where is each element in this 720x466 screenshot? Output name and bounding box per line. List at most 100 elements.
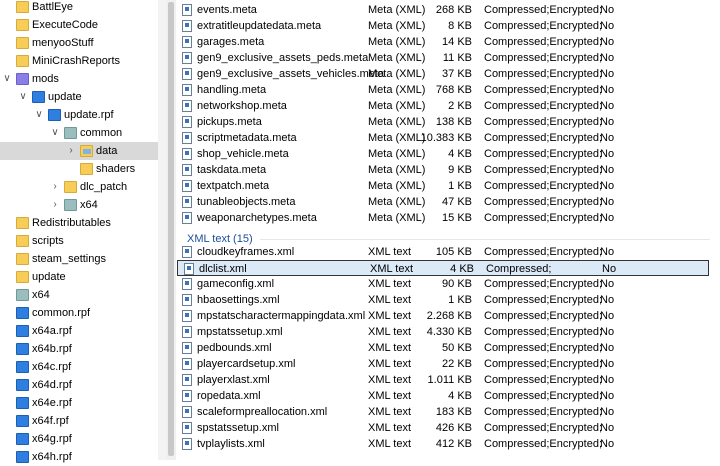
file-size: 8 KB: [448, 20, 472, 32]
file-row[interactable]: tvplaylists.xml XML text 412 KB Compressed;…: [176, 436, 720, 452]
tree-item-data[interactable]: › data: [0, 142, 158, 160]
file-size: 10.383 KB: [420, 132, 472, 144]
file-row[interactable]: scaleformpreallocation.xml XML text 183 KB…: [176, 404, 720, 420]
file-name: handling.meta: [197, 84, 267, 96]
pane-splitter[interactable]: [158, 0, 166, 460]
file-size: 90 KB: [442, 278, 472, 290]
file-attributes: Compressed;Encrypted;: [484, 326, 602, 338]
file-row[interactable]: playerxlast.xml XML text 1.011 KB Compresse…: [176, 372, 720, 388]
file-attributes: Compressed;Encrypted;: [484, 278, 602, 290]
tree-item-executecode[interactable]: ExecuteCode: [0, 16, 158, 34]
file-row[interactable]: gameconfig.xml XML text 90 KB Compressed;En…: [176, 276, 720, 292]
file-attributes: Compressed;Encrypted;: [484, 148, 602, 160]
tree-item-x64d-rpf[interactable]: x64d.rpf: [0, 376, 158, 394]
file-icon: [182, 294, 192, 306]
file-attributes: Compressed;Encrypted;: [484, 374, 602, 386]
tree-item-x64[interactable]: › x64: [0, 196, 158, 214]
file-icon: [182, 196, 192, 208]
file-row[interactable]: mpstatscharactermappingdata.xml XML text 2…: [176, 308, 720, 324]
file-name: textpatch.meta: [197, 180, 270, 192]
file-encrypted-flag: No: [600, 438, 615, 450]
file-row[interactable]: networkshop.meta Meta (XML) 2 KB Compressed…: [176, 98, 720, 114]
tree-item-update[interactable]: update: [0, 268, 158, 286]
file-row[interactable]: garages.meta Meta (XML) 14 KB Compressed;En…: [176, 34, 720, 50]
file-attributes: Compressed;Encrypted;: [484, 52, 602, 64]
file-row[interactable]: weaponarchetypes.meta Meta (XML) 15 KB Comp…: [176, 210, 720, 226]
tree-item-update-rpf[interactable]: ∨ update.rpf: [0, 106, 158, 124]
file-row[interactable]: mpstatssetup.xml XML text 4.330 KB Compress…: [176, 324, 720, 340]
file-type: Meta (XML): [368, 180, 426, 192]
file-row[interactable]: playercardsetup.xml XML text 22 KB Compress…: [176, 356, 720, 372]
file-row[interactable]: extratitleupdatedata.meta Meta (XML) 8 KB C…: [176, 18, 720, 34]
file-row[interactable]: scriptmetadata.meta Meta (XML) 10.383 KB Co…: [176, 130, 720, 146]
chevron-down-icon[interactable]: ∨: [50, 126, 60, 140]
file-row[interactable]: events.meta Meta (XML) 268 KB Compressed;En…: [176, 2, 720, 18]
chevron-down-icon[interactable]: ∨: [34, 108, 44, 122]
file-row[interactable]: shop_vehicle.meta Meta (XML) 4 KB Compresse…: [176, 146, 720, 162]
tree-item-menyoostuff[interactable]: menyooStuff: [0, 34, 158, 52]
file-type: Meta (XML): [368, 68, 426, 80]
file-size: 768 KB: [435, 84, 472, 96]
file-size: 4 KB: [448, 390, 472, 402]
tree-item-scripts[interactable]: scripts: [0, 232, 158, 250]
chevron-down-icon[interactable]: ∨: [18, 90, 28, 104]
file-attributes: Compressed;Encrypted;: [484, 68, 602, 80]
chevron-right-icon[interactable]: ›: [50, 180, 60, 194]
tree-item-x64c-rpf[interactable]: x64c.rpf: [0, 358, 158, 376]
tree-item-label: x64: [80, 199, 98, 211]
file-type: Meta (XML): [368, 116, 426, 128]
file-icon: [182, 132, 192, 144]
file-row[interactable]: handling.meta Meta (XML) 768 KB Compressed;…: [176, 82, 720, 98]
tree-item-label: shaders: [96, 163, 136, 175]
file-row[interactable]: cloudkeyframes.xml XML text 105 KB Compress…: [176, 244, 720, 260]
file-row[interactable]: textpatch.meta Meta (XML) 1 KB Compressed;E…: [176, 178, 720, 194]
tree-item-battleye[interactable]: BattlEye: [0, 0, 158, 16]
tree-item-x64e-rpf[interactable]: x64e.rpf: [0, 394, 158, 412]
file-row[interactable]: spstatssetup.xml XML text 426 KB Compressed…: [176, 420, 720, 436]
tree-scrollbar[interactable]: [166, 0, 176, 460]
file-row[interactable]: ropedata.xml XML text 4 KB Compressed;Encry…: [176, 388, 720, 404]
file-icon: [182, 278, 192, 290]
file-name: gameconfig.xml: [197, 278, 275, 290]
chevron-down-icon[interactable]: ∨: [2, 72, 12, 86]
file-row[interactable]: tunableobjects.meta Meta (XML) 47 KB Compre…: [176, 194, 720, 210]
file-row[interactable]: taskdata.meta Meta (XML) 9 KB Compressed;En…: [176, 162, 720, 178]
tree-item-shaders[interactable]: shaders: [0, 160, 158, 178]
file-icon: [182, 358, 192, 370]
tree-item-mods[interactable]: ∨ mods: [0, 70, 158, 88]
tree-item-update[interactable]: ∨ update: [0, 88, 158, 106]
tree-item-redistributables[interactable]: Redistributables: [0, 214, 158, 232]
tree-item-x64f-rpf[interactable]: x64f.rpf: [0, 412, 158, 430]
tree-item-label: scripts: [32, 235, 64, 247]
tree-item-x64a-rpf[interactable]: x64a.rpf: [0, 322, 158, 340]
file-type: XML text: [368, 406, 411, 418]
file-icon: [182, 100, 192, 112]
folder-icon: [16, 1, 29, 13]
tree-item-label: x64f.rpf: [32, 415, 69, 427]
chevron-right-icon[interactable]: ›: [50, 198, 60, 212]
file-row[interactable]: dlclist.xml XML text 4 KB Compressed; No: [177, 260, 709, 276]
tree-item-minicrashreports[interactable]: MiniCrashReports: [0, 52, 158, 70]
tree-item-steam-settings[interactable]: steam_settings: [0, 250, 158, 268]
tree-item-x64h-rpf[interactable]: x64h.rpf: [0, 448, 158, 466]
folder-icon: [16, 217, 29, 229]
file-row[interactable]: hbaosettings.xml XML text 1 KB Compressed;E…: [176, 292, 720, 308]
tree-item-common[interactable]: ∨ common: [0, 124, 158, 142]
file-row[interactable]: pedbounds.xml XML text 50 KB Compressed;Enc…: [176, 340, 720, 356]
file-row[interactable]: gen9_exclusive_assets_vehicles.meta Meta …: [176, 66, 720, 82]
file-icon: [182, 52, 192, 64]
file-icon: [182, 326, 192, 338]
tree-item-x64b-rpf[interactable]: x64b.rpf: [0, 340, 158, 358]
file-name: tvplaylists.xml: [197, 438, 265, 450]
file-attributes: Compressed;Encrypted;: [484, 132, 602, 144]
file-encrypted-flag: No: [600, 36, 615, 48]
tree-item-x64[interactable]: x64: [0, 286, 158, 304]
tree-item-common-rpf[interactable]: common.rpf: [0, 304, 158, 322]
tree-item-dlc-patch[interactable]: › dlc_patch: [0, 178, 158, 196]
tree-item-x64g-rpf[interactable]: x64g.rpf: [0, 430, 158, 448]
file-row[interactable]: pickups.meta Meta (XML) 138 KB Compressed;E…: [176, 114, 720, 130]
chevron-right-icon[interactable]: ›: [66, 144, 76, 158]
file-size: 9 KB: [448, 164, 472, 176]
scrollbar-thumb[interactable]: [168, 2, 174, 456]
file-row[interactable]: gen9_exclusive_assets_peds.meta Meta (XML…: [176, 50, 720, 66]
